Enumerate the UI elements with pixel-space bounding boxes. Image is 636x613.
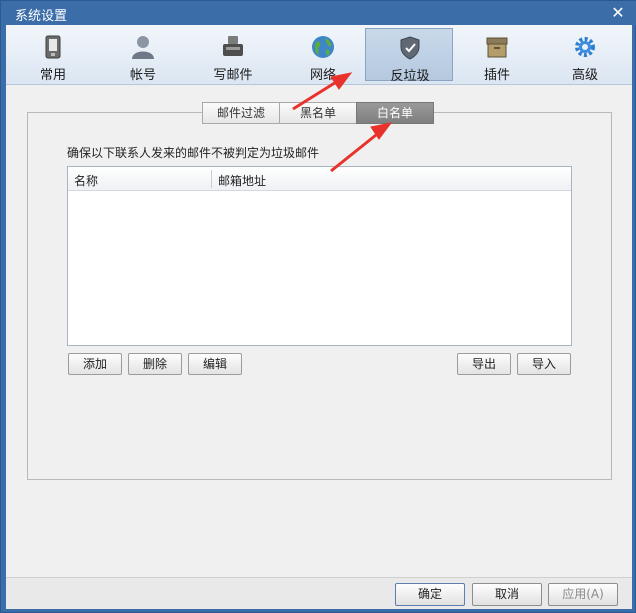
edit-button[interactable]: 编辑 xyxy=(188,353,242,375)
toolbar-label: 帐号 xyxy=(129,68,156,83)
dialog-footer: 确定 取消 应用(A) xyxy=(6,577,632,609)
toolbar-item-plugins[interactable]: 插件 xyxy=(453,28,541,83)
table-header: 名称 邮箱地址 xyxy=(68,167,571,191)
cancel-button[interactable]: 取消 xyxy=(472,583,542,606)
tab-blacklist[interactable]: 黑名单 xyxy=(279,102,357,124)
ok-button[interactable]: 确定 xyxy=(395,583,465,606)
gear-icon xyxy=(575,37,595,57)
settings-window: 系统设置 ✕ 常用 帐号 写邮件 网络 反垃圾 插件 高级 邮件过滤 黑名单 白… xyxy=(0,0,636,613)
toolbar-label: 反垃圾 xyxy=(390,69,430,84)
add-button[interactable]: 添加 xyxy=(68,353,122,375)
tab-mail-filter[interactable]: 邮件过滤 xyxy=(202,102,280,124)
toolbar-item-antispam[interactable]: 反垃圾 xyxy=(365,28,453,84)
column-name[interactable]: 名称 xyxy=(74,172,98,189)
apply-button[interactable]: 应用(A) xyxy=(548,583,618,606)
toolbar-item-compose[interactable]: 写邮件 xyxy=(189,28,277,83)
tab-whitelist[interactable]: 白名单 xyxy=(356,102,434,124)
phone-icon xyxy=(45,35,61,59)
settings-content: 邮件过滤 黑名单 白名单 确保以下联系人发来的邮件不被判定为垃圾邮件 名称 邮箱… xyxy=(6,85,632,577)
delete-button[interactable]: 删除 xyxy=(128,353,182,375)
settings-toolbar: 常用 帐号 写邮件 网络 反垃圾 插件 高级 xyxy=(6,25,632,85)
title-bar: 系统设置 ✕ xyxy=(1,1,636,25)
export-button[interactable]: 导出 xyxy=(457,353,511,375)
user-icon xyxy=(132,36,154,59)
box-icon xyxy=(486,37,508,58)
compose-icon xyxy=(223,36,243,56)
toolbar-label: 写邮件 xyxy=(213,68,253,83)
import-button[interactable]: 导入 xyxy=(517,353,571,375)
toolbar-label: 网络 xyxy=(309,68,336,83)
column-email[interactable]: 邮箱地址 xyxy=(218,172,266,189)
close-icon[interactable]: ✕ xyxy=(609,4,627,22)
toolbar-label: 高级 xyxy=(571,68,598,83)
column-divider[interactable] xyxy=(211,170,212,188)
shield-icon xyxy=(400,36,420,60)
toolbar-label: 常用 xyxy=(39,68,66,83)
toolbar-item-general[interactable]: 常用 xyxy=(9,28,97,83)
window-title: 系统设置 xyxy=(15,9,68,24)
antispam-panel: 邮件过滤 黑名单 白名单 确保以下联系人发来的邮件不被判定为垃圾邮件 名称 邮箱… xyxy=(27,102,612,480)
toolbar-item-advanced[interactable]: 高级 xyxy=(541,28,629,83)
whitelist-description: 确保以下联系人发来的邮件不被判定为垃圾邮件 xyxy=(67,146,320,160)
globe-icon xyxy=(312,36,334,58)
toolbar-item-network[interactable]: 网络 xyxy=(279,28,367,83)
whitelist-table[interactable]: 名称 邮箱地址 xyxy=(67,166,572,346)
toolbar-item-account[interactable]: 帐号 xyxy=(99,28,187,83)
toolbar-label: 插件 xyxy=(483,68,510,83)
